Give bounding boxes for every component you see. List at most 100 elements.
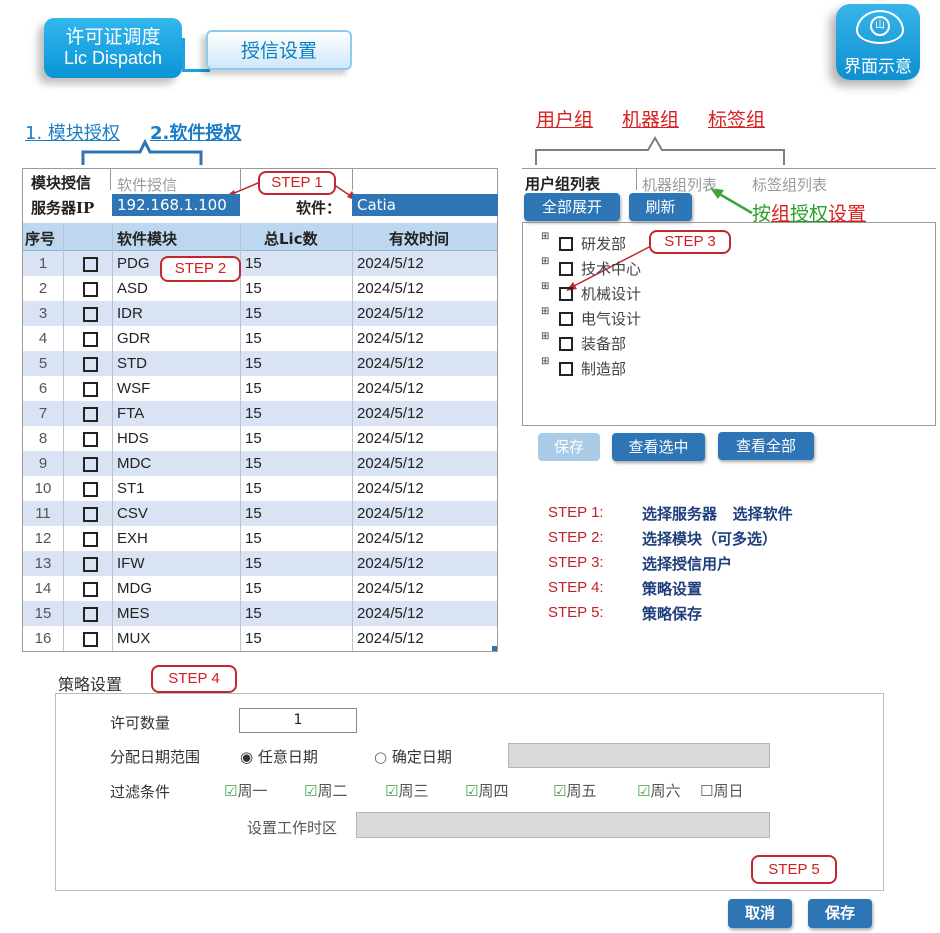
weekday-checkbox[interactable]: ☐周日 — [700, 780, 743, 801]
tab-user-group-list[interactable]: 用户组列表 — [525, 173, 600, 194]
tree-node[interactable]: ⊞ 技术中心 — [541, 256, 691, 278]
table-row[interactable]: 12 EXH 15 2024/5/12 — [23, 526, 497, 551]
checkbox-unchecked-icon: ☐ — [700, 782, 714, 800]
tree-checkbox[interactable] — [559, 312, 573, 326]
machine-group-link[interactable]: 机器组 — [622, 105, 679, 132]
expand-plus-icon[interactable]: ⊞ — [541, 331, 549, 342]
row-checkbox[interactable] — [83, 332, 98, 347]
tree-node[interactable]: ⊞ 研发部 — [541, 231, 691, 253]
table-row[interactable]: 8 HDS 15 2024/5/12 — [23, 426, 497, 451]
tree-node[interactable]: ⊞ 机械设计 — [541, 281, 691, 303]
row-lic-count: 15 — [245, 380, 262, 397]
tree-checkbox[interactable] — [559, 237, 573, 251]
weekday-checkbox[interactable]: ☑周五 — [553, 780, 596, 801]
row-lic-count: 15 — [245, 530, 262, 547]
row-checkbox[interactable] — [83, 382, 98, 397]
license-qty-input[interactable]: 1 — [239, 708, 357, 733]
tree-checkbox[interactable] — [559, 337, 573, 351]
table-row[interactable]: 6 WSF 15 2024/5/12 — [23, 376, 497, 401]
tree-checkbox[interactable] — [559, 262, 573, 276]
expand-plus-icon[interactable]: ⊞ — [541, 306, 549, 317]
row-checkbox[interactable] — [83, 282, 98, 297]
step-desc: 选择服务器 选择软件 — [642, 505, 793, 523]
expand-plus-icon[interactable]: ⊞ — [541, 281, 549, 292]
weekday-label: 周四 — [478, 782, 509, 800]
work-hours-field[interactable] — [356, 812, 770, 838]
weekday-checkbox[interactable]: ☑周一 — [224, 780, 267, 801]
table-row[interactable]: 11 CSV 15 2024/5/12 — [23, 501, 497, 526]
work-hours-label: 设置工作时区 — [247, 819, 338, 837]
row-checkbox[interactable] — [83, 407, 98, 422]
date-range-field[interactable] — [508, 743, 770, 768]
tree-node[interactable]: ⊞ 装备部 — [541, 331, 691, 353]
server-ip-field[interactable]: 192.168.1.100 — [112, 194, 240, 216]
weekday-checkbox[interactable]: ☑周六 — [637, 780, 680, 801]
table-row[interactable]: 15 MES 15 2024/5/12 — [23, 601, 497, 626]
cancel-button[interactable]: 取消 — [728, 899, 792, 928]
software-select[interactable]: Catia — [352, 194, 498, 216]
row-checkbox[interactable] — [83, 457, 98, 472]
row-checkbox[interactable] — [83, 632, 98, 647]
view-selected-button[interactable]: 查看选中 — [612, 433, 705, 461]
weekday-checkbox[interactable]: ☑周三 — [385, 780, 428, 801]
tree-checkbox[interactable] — [559, 362, 573, 376]
row-valid-date: 2024/5/12 — [357, 555, 424, 572]
resize-grip-icon[interactable] — [492, 646, 497, 651]
table-row[interactable]: 9 MDC 15 2024/5/12 — [23, 451, 497, 476]
row-checkbox[interactable] — [83, 357, 98, 372]
row-checkbox[interactable] — [83, 582, 98, 597]
radio-fixed-date[interactable]: ○ 确定日期 — [374, 746, 452, 767]
checkbox-checked-icon: ☑ — [465, 782, 479, 800]
row-valid-date: 2024/5/12 — [357, 480, 424, 497]
tree-node-label: 技术中心 — [581, 260, 642, 278]
checkbox-checked-icon: ☑ — [304, 782, 318, 800]
weekday-checkbox[interactable]: ☑周四 — [465, 780, 508, 801]
row-checkbox[interactable] — [83, 257, 98, 272]
row-checkbox[interactable] — [83, 482, 98, 497]
save-button[interactable]: 保存 — [808, 899, 872, 928]
expand-plus-icon[interactable]: ⊞ — [541, 231, 549, 242]
view-all-button[interactable]: 查看全部 — [718, 432, 814, 460]
table-row[interactable]: 3 IDR 15 2024/5/12 — [23, 301, 497, 326]
table-row[interactable]: 7 FTA 15 2024/5/12 — [23, 401, 497, 426]
tab-module-credit[interactable]: 模块授信 — [31, 172, 91, 193]
tab-tag-group-list[interactable]: 标签组列表 — [752, 174, 827, 195]
row-lic-count: 15 — [245, 255, 262, 272]
expand-plus-icon[interactable]: ⊞ — [541, 256, 549, 267]
row-checkbox[interactable] — [83, 507, 98, 522]
table-row[interactable]: 5 STD 15 2024/5/12 — [23, 351, 497, 376]
row-lic-count: 15 — [245, 305, 262, 322]
weekday-checkbox[interactable]: ☑周二 — [304, 780, 347, 801]
row-module: EXH — [117, 530, 148, 547]
row-checkbox[interactable] — [83, 532, 98, 547]
step-key: STEP 5: — [548, 604, 604, 621]
row-checkbox[interactable] — [83, 307, 98, 322]
table-row[interactable]: 13 IFW 15 2024/5/12 — [23, 551, 497, 576]
tree-node[interactable]: ⊞ 制造部 — [541, 356, 691, 378]
radio-any-date[interactable]: ◉ 任意日期 — [240, 746, 318, 767]
table-row[interactable]: 4 GDR 15 2024/5/12 — [23, 326, 497, 351]
user-group-link[interactable]: 用户组 — [536, 105, 593, 132]
table-row[interactable]: 16 MUX 15 2024/5/12 — [23, 626, 497, 651]
tab-software-credit[interactable]: 软件授信 — [117, 174, 177, 195]
tag-group-link[interactable]: 标签组 — [708, 105, 765, 132]
row-module: MDG — [117, 580, 152, 597]
table-row[interactable]: 14 MDG 15 2024/5/12 — [23, 576, 497, 601]
row-checkbox[interactable] — [83, 557, 98, 572]
refresh-button[interactable]: 刷新 — [629, 193, 692, 221]
table-row[interactable]: 10 ST1 15 2024/5/12 — [23, 476, 497, 501]
row-checkbox[interactable] — [83, 432, 98, 447]
row-checkbox[interactable] — [83, 607, 98, 622]
tree-node[interactable]: ⊞ 电气设计 — [541, 306, 691, 328]
row-module: PDG — [117, 255, 150, 272]
tree-save-button[interactable]: 保存 — [538, 433, 600, 461]
expand-plus-icon[interactable]: ⊞ — [541, 356, 549, 367]
blue-brace — [81, 138, 203, 165]
table-row[interactable]: 2 ASD 15 2024/5/12 — [23, 276, 497, 301]
expand-all-button[interactable]: 全部展开 — [524, 193, 620, 221]
tree-checkbox[interactable] — [559, 287, 573, 301]
row-valid-date: 2024/5/12 — [357, 305, 424, 322]
table-row[interactable]: 1 PDG 15 2024/5/12 — [23, 251, 497, 276]
date-range-label: 分配日期范围 — [110, 748, 201, 766]
tab-machine-group-list[interactable]: 机器组列表 — [642, 174, 717, 195]
